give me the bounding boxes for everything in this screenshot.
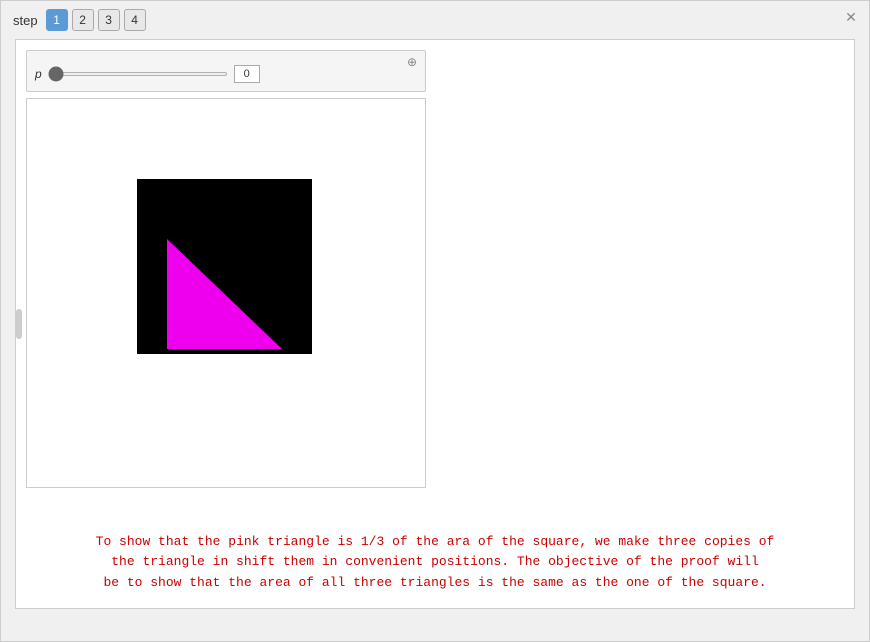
step-btn-1[interactable]: 1 <box>46 9 68 31</box>
magenta-triangle <box>167 239 282 349</box>
step-btn-4[interactable]: 4 <box>124 9 146 31</box>
panel-header: ⊕ <box>27 51 425 63</box>
slider-label: p <box>35 67 42 81</box>
resize-handle[interactable] <box>16 309 22 339</box>
slider-row: p 0 <box>27 63 425 91</box>
step-btn-3[interactable]: 3 <box>98 9 120 31</box>
step-btn-2[interactable]: 2 <box>72 9 94 31</box>
canvas-area <box>26 98 426 488</box>
description-line3: be to show that the area of all three tr… <box>103 575 766 590</box>
close-icon[interactable]: ✕ <box>843 9 859 25</box>
slider-panel: ⊕ p 0 <box>26 50 426 92</box>
main-content-area: ⊕ p 0 To show that the pink triangle is … <box>15 39 855 609</box>
description-line2: the triangle in shift them in convenient… <box>111 554 759 569</box>
black-square <box>137 179 312 354</box>
description-line1: To show that the pink triangle is 1/3 of… <box>96 534 775 549</box>
app-container: step 1 2 3 4 ✕ ⊕ p 0 <box>0 0 870 642</box>
panel-close-icon[interactable]: ⊕ <box>405 55 419 69</box>
description-text: To show that the pink triangle is 1/3 of… <box>30 532 840 594</box>
slider-value: 0 <box>234 65 260 83</box>
p-slider[interactable] <box>48 72 228 76</box>
top-bar: step 1 2 3 4 <box>1 1 869 39</box>
step-label: step <box>13 13 38 28</box>
triangle-svg <box>137 179 312 354</box>
